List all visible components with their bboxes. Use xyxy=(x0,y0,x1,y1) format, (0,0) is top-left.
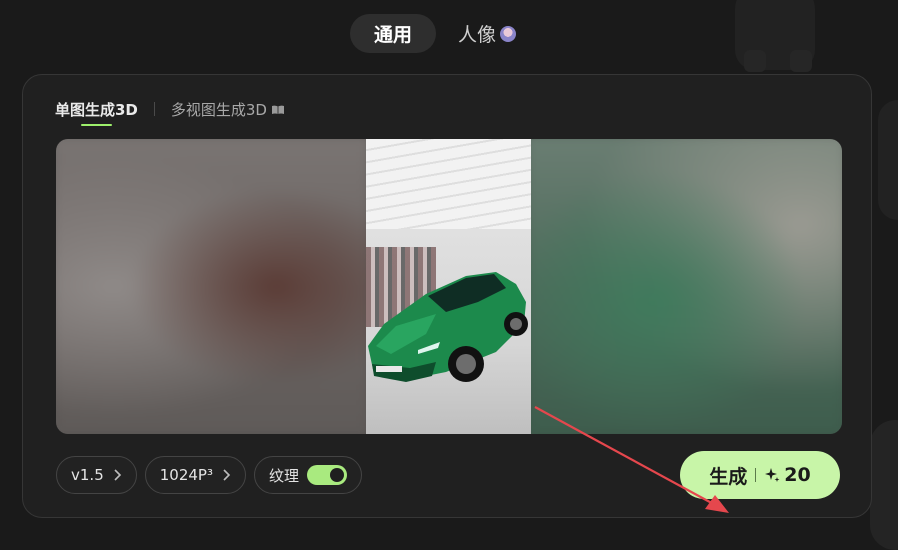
tab-general-label: 通用 xyxy=(374,24,413,46)
toggle-knob xyxy=(329,468,344,482)
tab-general[interactable]: 通用 xyxy=(350,14,437,53)
mode-tabs: 通用 人像 xyxy=(350,14,517,53)
texture-toggle[interactable] xyxy=(306,465,347,485)
tab-multi-view-3d[interactable]: 多视图生成3D xyxy=(171,99,284,120)
uploaded-car-photo xyxy=(366,139,531,434)
generate-separator xyxy=(755,468,757,482)
green-car-illustration xyxy=(368,272,528,382)
background-silhouette xyxy=(790,50,812,72)
blurred-background-left xyxy=(56,139,374,434)
tab-single-image-3d-label: 单图生成3D xyxy=(55,100,138,119)
photo-ceiling xyxy=(366,139,531,229)
credit-cost: 20 xyxy=(764,464,811,486)
generate-button[interactable]: 生成 20 xyxy=(680,451,840,499)
image-preview[interactable] xyxy=(56,139,842,434)
background-silhouette xyxy=(870,420,898,550)
version-selector[interactable]: v1.5 xyxy=(56,456,137,494)
credit-cost-value: 20 xyxy=(784,464,811,486)
tab-portrait[interactable]: 人像 xyxy=(458,14,517,53)
generate-label: 生成 xyxy=(709,465,748,488)
generation-card: 单图生成3D 多视图生成3D v1.5 1024P³ 纹理 生成 20 xyxy=(22,74,872,518)
texture-label: 纹理 xyxy=(268,466,299,485)
portrait-avatar-icon xyxy=(500,25,517,42)
version-value: v1.5 xyxy=(71,466,104,484)
sub-tab-divider xyxy=(153,102,155,116)
tab-multi-view-3d-label: 多视图生成3D xyxy=(170,100,267,119)
texture-toggle-pill: 纹理 xyxy=(253,456,362,494)
background-silhouette xyxy=(744,50,766,72)
resolution-value: 1024P³ xyxy=(159,466,213,484)
tab-portrait-label: 人像 xyxy=(458,24,497,46)
resolution-selector[interactable]: 1024P³ xyxy=(144,456,246,494)
chevron-right-icon xyxy=(114,469,121,481)
chevron-right-icon xyxy=(223,469,231,481)
sub-tabs: 单图生成3D 多视图生成3D xyxy=(55,97,284,126)
sparkle-icon xyxy=(765,468,780,482)
blurred-background-right xyxy=(522,139,842,434)
background-silhouette xyxy=(878,100,898,220)
book-icon xyxy=(272,105,284,114)
generation-options: v1.5 1024P³ 纹理 xyxy=(56,456,362,494)
tab-single-image-3d[interactable]: 单图生成3D xyxy=(55,99,138,126)
